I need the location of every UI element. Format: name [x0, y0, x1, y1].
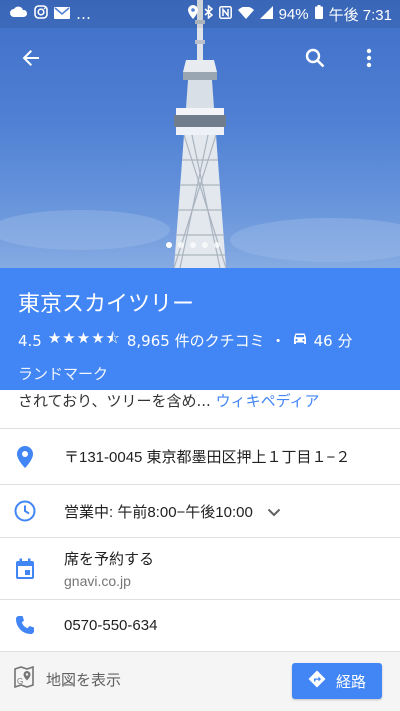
battery-percent: 94%: [278, 5, 309, 23]
arrow-back-icon: [22, 50, 39, 66]
rating-row[interactable]: 4.5 ★★★★⯪ 8,965 件のクチコミ ・ 46 分: [18, 328, 382, 353]
directions-icon: [308, 670, 326, 692]
description-snippet[interactable]: されており、ツリーを含め... ウィキペディア: [18, 390, 398, 422]
search-icon: [305, 48, 325, 68]
place-icon: [0, 445, 64, 468]
more-notifications-icon: …: [76, 5, 91, 23]
nfc-icon: [218, 5, 232, 23]
phone-icon: [0, 615, 64, 635]
description-text: されており、ツリーを含め...: [18, 392, 211, 410]
directions-button[interactable]: 経路: [292, 663, 382, 699]
carousel-dot[interactable]: [190, 242, 196, 248]
battery-icon: [314, 5, 323, 23]
carousel-dot[interactable]: [214, 242, 220, 248]
skytree-photo: [0, 0, 400, 268]
separator: ・: [270, 332, 286, 350]
location-icon: [187, 5, 198, 23]
status-bar: … 94% 午後 7:31: [0, 0, 400, 28]
signal-icon: [259, 5, 273, 23]
back-button[interactable]: [13, 40, 49, 76]
clock-icon: [0, 500, 64, 522]
hours-row[interactable]: 営業中: 午前8:00−午後10:00: [0, 485, 400, 537]
gmail-icon: [54, 5, 70, 23]
carousel-dot[interactable]: [166, 242, 172, 248]
rating-value: 4.5: [18, 331, 42, 350]
instagram-icon: [34, 5, 48, 23]
car-icon: [292, 332, 308, 350]
clock-time: 午後 7:31: [328, 6, 392, 24]
carousel-dot[interactable]: [202, 242, 208, 248]
more-options-button[interactable]: [351, 40, 387, 76]
search-button[interactable]: [297, 40, 333, 76]
cloud-icon: [10, 5, 28, 23]
map-pin-icon: G: [14, 665, 34, 692]
place-header: 東京スカイツリー 4.5 ★★★★⯪ 8,965 件のクチコミ ・ 46 分 ラ…: [0, 268, 400, 390]
reserve-title: 席を予約する: [64, 551, 155, 568]
bluetooth-icon: [204, 4, 213, 23]
reserve-row[interactable]: 席を予約する gnavi.co.jp: [0, 538, 400, 599]
svg-text:G: G: [17, 677, 23, 686]
address-row[interactable]: 〒131-0045 東京都墨田区押上１丁目１−２: [0, 429, 400, 484]
phone-number: 0570-550-634: [64, 616, 158, 634]
bottom-action-bar: G 地図を表示 経路: [0, 651, 400, 711]
place-name: 東京スカイツリー: [18, 291, 195, 316]
calendar-icon: [0, 558, 64, 580]
review-count: 8,965 件のクチコミ: [126, 332, 265, 350]
hero-photo[interactable]: … 94% 午後 7:31: [0, 0, 400, 268]
more-vert-icon: [366, 48, 372, 68]
star-rating-icon: ★★★★⯪: [47, 329, 121, 347]
drive-time: 46 分: [313, 332, 353, 350]
show-map-label: 地図を表示: [46, 670, 122, 689]
hours-text: 営業中: 午前8:00−午後10:00: [64, 503, 253, 521]
wifi-icon: [237, 6, 254, 23]
place-category: ランドマーク: [18, 365, 109, 383]
directions-label: 経路: [335, 672, 366, 691]
carousel-indicator: [166, 242, 220, 248]
wikipedia-link[interactable]: ウィキペディア: [216, 392, 320, 410]
phone-row[interactable]: 0570-550-634: [0, 600, 400, 650]
reserve-source: gnavi.co.jp: [64, 573, 131, 589]
carousel-dot[interactable]: [178, 242, 184, 248]
show-map-button[interactable]: G 地図を表示: [14, 665, 122, 692]
chevron-down-icon[interactable]: [267, 502, 281, 521]
address-text: 〒131-0045 東京都墨田区押上１丁目１−２: [64, 449, 351, 466]
